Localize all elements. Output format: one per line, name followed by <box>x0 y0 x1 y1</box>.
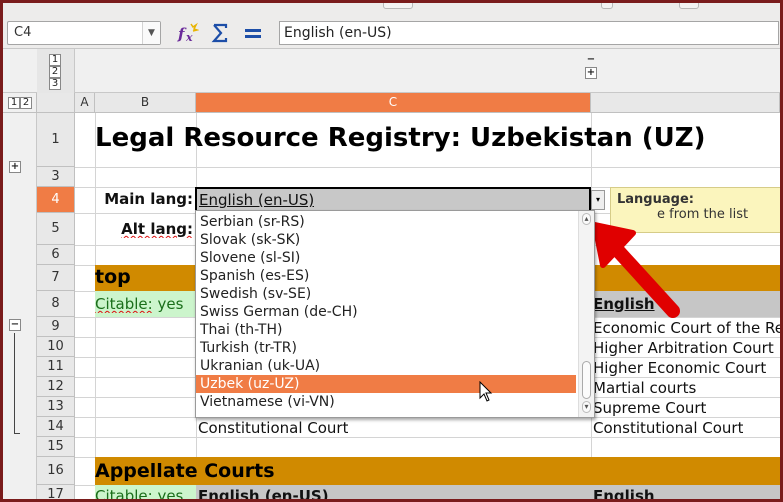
collapse-icon[interactable]: − <box>585 55 597 67</box>
sheet-title: Legal Resource Registry: Uzbekistan (UZ) <box>95 123 706 153</box>
dropdown-option[interactable]: Ukranian (uk-UA) <box>196 357 576 375</box>
english-header-d-row17-text: English <box>593 487 655 502</box>
dropdown-option[interactable]: Vietnamese (vi-VN) <box>196 393 576 411</box>
dropdown-option[interactable]: Slovak (sk-SK) <box>196 231 576 249</box>
collapse-icon[interactable]: − <box>9 319 21 331</box>
row-header[interactable]: 9 <box>37 317 75 337</box>
formula-icon[interactable] <box>241 21 265 45</box>
scrollbar-thumb[interactable] <box>582 361 591 399</box>
expand-icon[interactable]: + <box>9 161 21 173</box>
name-box-value: C4 <box>14 25 32 40</box>
outline-level-button[interactable]: 3 <box>49 78 61 90</box>
citable-value: yes <box>157 295 184 313</box>
column-header-b[interactable]: B <box>95 93 196 113</box>
row-header[interactable]: 5 <box>37 213 75 245</box>
outline-level-button[interactable]: 1 <box>49 54 61 66</box>
section-header-appellate: Appellate Courts <box>95 457 780 485</box>
outline-bracket <box>14 333 15 433</box>
formula-bar: C4 ▼ f x English (en-US) <box>3 3 780 49</box>
cell-d10[interactable]: Higher Arbitration Court <box>593 339 774 357</box>
main-lang-value: English (en-US) <box>199 191 315 209</box>
expand-icon[interactable]: + <box>585 67 597 79</box>
citable-label: Citable: <box>95 295 153 313</box>
sum-icon[interactable] <box>208 21 232 45</box>
outline-level-button[interactable]: 2 <box>49 66 61 78</box>
citable-cell-row17[interactable]: Citable: yes <box>95 485 196 502</box>
row-header[interactable]: 16 <box>37 457 75 485</box>
row-header[interactable]: 10 <box>37 337 75 357</box>
section-header-appellate-text: Appellate Courts <box>95 460 275 482</box>
chevron-down-icon[interactable]: ▼ <box>142 22 160 44</box>
mouse-cursor-icon <box>479 381 493 402</box>
dropdown-option[interactable]: Slovene (sl-SI) <box>196 249 576 267</box>
row-header[interactable]: 4 <box>37 187 75 213</box>
english-header-c-row17-text: English (en-US) <box>198 487 329 502</box>
citable-row17-text: Citable: yes <box>95 487 184 502</box>
row-header[interactable]: 1 <box>37 113 75 167</box>
english-header-c-row17: English (en-US) <box>196 485 591 502</box>
english-header-d-row17: English <box>591 485 780 502</box>
row-header[interactable]: 7 <box>37 265 75 291</box>
svg-text:x: x <box>185 31 193 44</box>
cell-d14[interactable]: Constitutional Court <box>593 419 743 437</box>
language-dropdown-list[interactable]: Serbian (sr-RS) Slovak (sk-SK) Slovene (… <box>195 210 595 418</box>
outline-bracket <box>14 433 20 434</box>
outline-level-button[interactable]: 1 <box>8 97 20 109</box>
outline-level-button[interactable]: 2 <box>20 97 32 109</box>
scroll-down-icon[interactable]: ▾ <box>582 401 591 413</box>
dropdown-option[interactable]: Serbian (sr-RS) <box>196 213 576 231</box>
row-header[interactable]: 3 <box>37 167 75 187</box>
column-header-d[interactable] <box>591 93 780 113</box>
dropdown-option[interactable]: Turkish (tr-TR) <box>196 339 576 357</box>
column-outline-area <box>3 49 780 93</box>
row-header[interactable]: 13 <box>37 397 75 417</box>
main-lang-label-text: Main lang: <box>104 190 193 208</box>
toolbar-stub <box>601 3 613 9</box>
column-header-c[interactable]: C <box>196 93 591 113</box>
cell-d12[interactable]: Martial courts <box>593 379 696 397</box>
cell-d13[interactable]: Supreme Court <box>593 399 706 417</box>
row-header[interactable]: 6 <box>37 245 75 265</box>
row-header[interactable]: 11 <box>37 357 75 377</box>
alt-lang-label: Alt lang: <box>95 220 195 238</box>
row-header[interactable]: 8 <box>37 291 75 317</box>
citable-cell[interactable]: Citable: yes <box>95 291 196 317</box>
section-header-top-text: top <box>95 266 131 288</box>
select-all-corner[interactable] <box>37 93 75 113</box>
formula-input-value: English (en-US) <box>284 25 392 41</box>
cell-c14[interactable]: Constitutional Court <box>198 419 348 437</box>
dropdown-option[interactable]: Swedish (sv-SE) <box>196 285 576 303</box>
main-lang-label: Main lang: <box>95 190 195 208</box>
name-box[interactable]: C4 ▼ <box>7 21 161 45</box>
row-header[interactable]: 15 <box>37 437 75 457</box>
dropdown-option[interactable]: Spanish (es-ES) <box>196 267 576 285</box>
dropdown-option[interactable]: Thai (th-TH) <box>196 321 576 339</box>
row-header[interactable]: 17 <box>37 485 75 499</box>
dropdown-option[interactable]: Swiss German (de-CH) <box>196 303 576 321</box>
spreadsheet-window: C4 ▼ f x English (en-US) 1 2 3 − + 1 2 A… <box>0 0 783 502</box>
scroll-up-icon[interactable]: ▴ <box>582 213 591 225</box>
toolbar-stub <box>383 3 413 9</box>
alt-lang-label-text: Alt lang: <box>121 220 193 238</box>
column-header-a[interactable]: A <box>75 93 95 113</box>
dropdown-scrollbar[interactable]: ▴ ▾ <box>578 211 594 417</box>
function-wizard-icon[interactable]: f x <box>175 21 200 45</box>
toolbar-stub <box>679 3 699 9</box>
formula-input[interactable]: English (en-US) <box>279 21 779 45</box>
dropdown-option-selected[interactable]: Uzbek (uz-UZ) <box>196 375 576 393</box>
row-header[interactable]: 12 <box>37 377 75 397</box>
cell-d11[interactable]: Higher Economic Court <box>593 359 766 377</box>
row-header[interactable]: 14 <box>37 417 75 437</box>
